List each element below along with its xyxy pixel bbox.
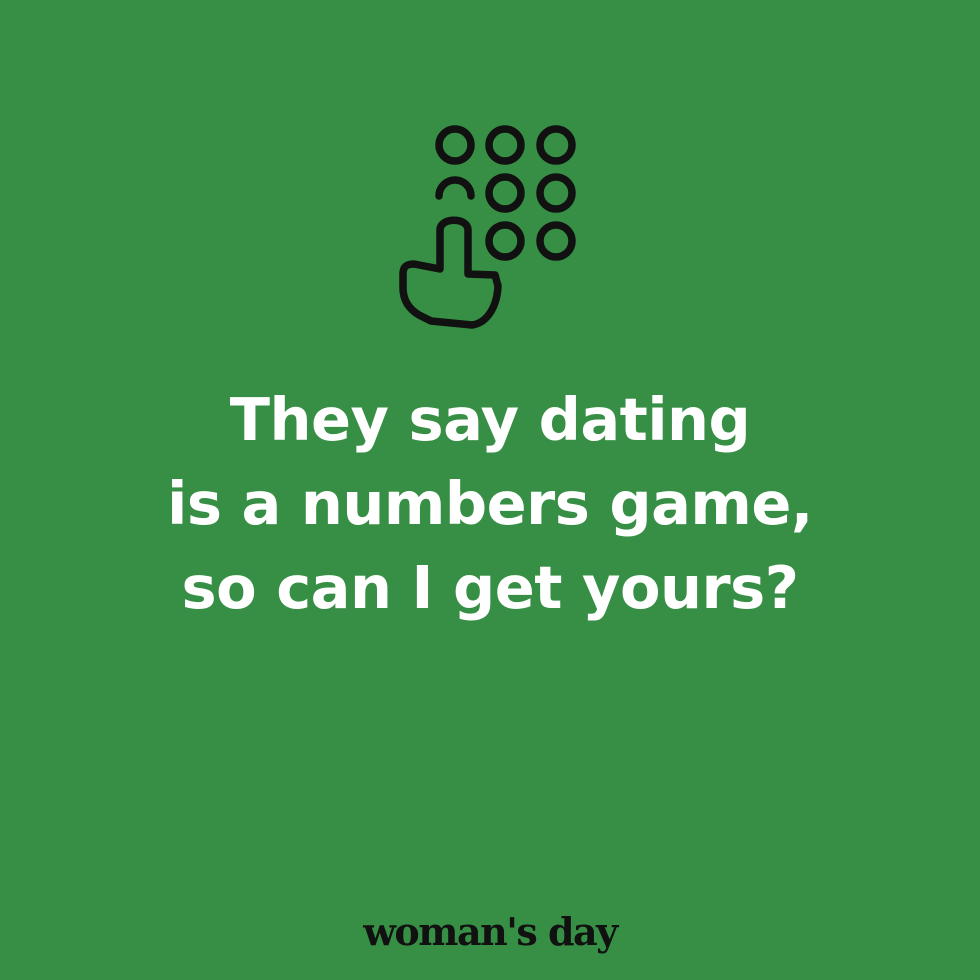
quote-line-2: is a numbers game, — [167, 469, 813, 538]
womans-day-logo: woman's day — [363, 909, 618, 954]
quote-text: They say dating is a numbers game, so ca… — [0, 378, 980, 630]
quote-line-3: so can I get yours? — [181, 553, 799, 622]
keypad-finger-press-icon — [392, 114, 588, 338]
social-card: They say dating is a numbers game, so ca… — [0, 0, 980, 980]
quote-line-1: They say dating — [229, 385, 751, 454]
